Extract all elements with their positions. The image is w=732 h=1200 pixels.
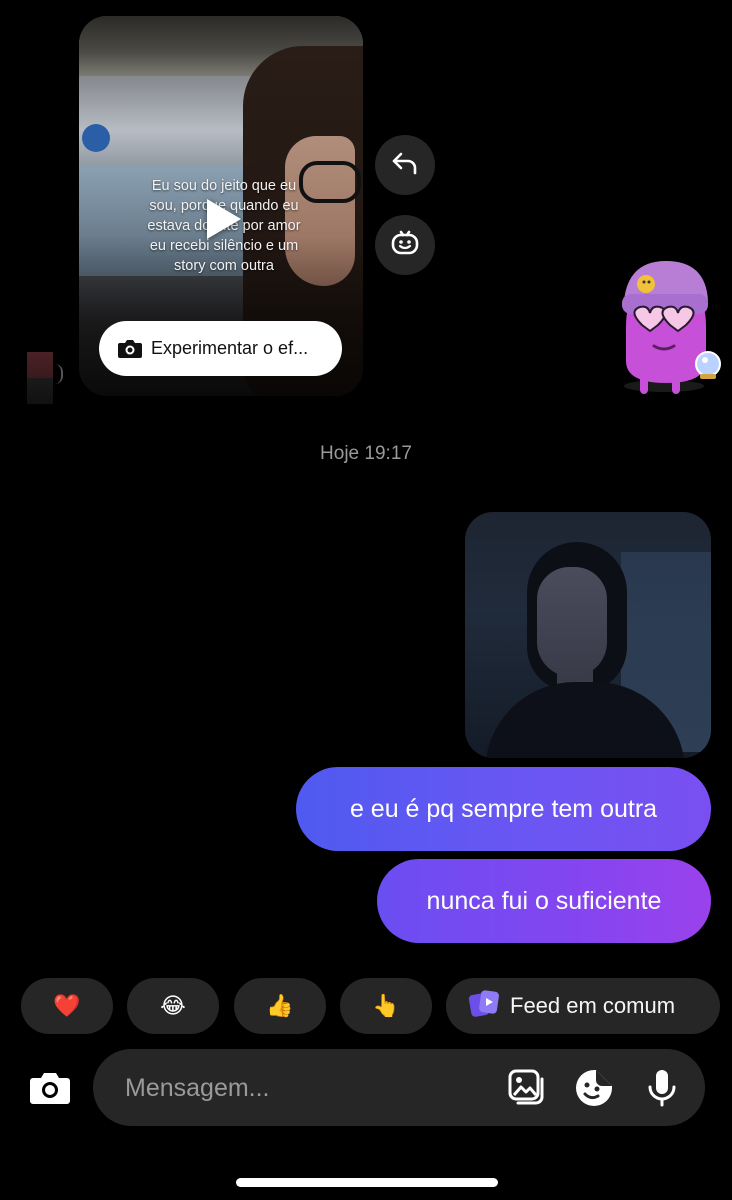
gallery-icon[interactable]	[506, 1067, 548, 1109]
try-effect-label: Experimentar o ef...	[151, 338, 309, 358]
message-composer	[93, 1049, 705, 1128]
message-timestamp: Hoje 19:17	[320, 443, 412, 464]
reply-arrow-icon	[391, 149, 419, 182]
sent-message-bubble[interactable]: e eu é pq sempre tem outra	[296, 767, 711, 851]
feed-cards-icon	[468, 988, 502, 1024]
microphone-icon[interactable]	[641, 1067, 683, 1109]
quick-reply-thumbs-up[interactable]: 👍	[234, 978, 326, 1034]
photo-person-face	[537, 567, 607, 677]
play-icon[interactable]	[207, 199, 241, 239]
shared-feed-button[interactable]: Feed em comum	[446, 978, 720, 1034]
sent-photo-message[interactable]	[465, 512, 711, 758]
shared-feed-label: Feed em comum	[510, 993, 676, 1018]
camera-icon	[117, 338, 143, 360]
sticker-icon[interactable]	[573, 1067, 615, 1109]
quick-reply-laugh[interactable]: 😂	[127, 978, 219, 1034]
reel-thumbnail-logo	[82, 124, 110, 152]
reply-button[interactable]	[375, 135, 435, 195]
camera-button[interactable]	[28, 1066, 72, 1110]
camera-icon	[28, 1073, 72, 1114]
quick-reply-point-up[interactable]: 👆	[340, 978, 432, 1034]
face-icon	[390, 229, 420, 262]
quick-replies-row: ❤️ 😂 👍 👆 Feed em comum	[21, 978, 721, 1034]
home-indicator	[236, 1178, 498, 1187]
avatar-divider	[55, 364, 63, 384]
message-input[interactable]	[123, 1049, 487, 1128]
character-sticker	[608, 256, 726, 396]
react-button[interactable]	[375, 215, 435, 275]
try-effect-button[interactable]: Experimentar o ef...	[99, 321, 342, 376]
quick-reply-heart[interactable]: ❤️	[21, 978, 113, 1034]
shared-reel-card[interactable]: Eu sou do jeito que eu sou, porque quand…	[79, 16, 363, 396]
sender-avatar[interactable]	[27, 352, 53, 404]
sent-message-bubble[interactable]: nunca fui o suficiente	[377, 859, 711, 943]
